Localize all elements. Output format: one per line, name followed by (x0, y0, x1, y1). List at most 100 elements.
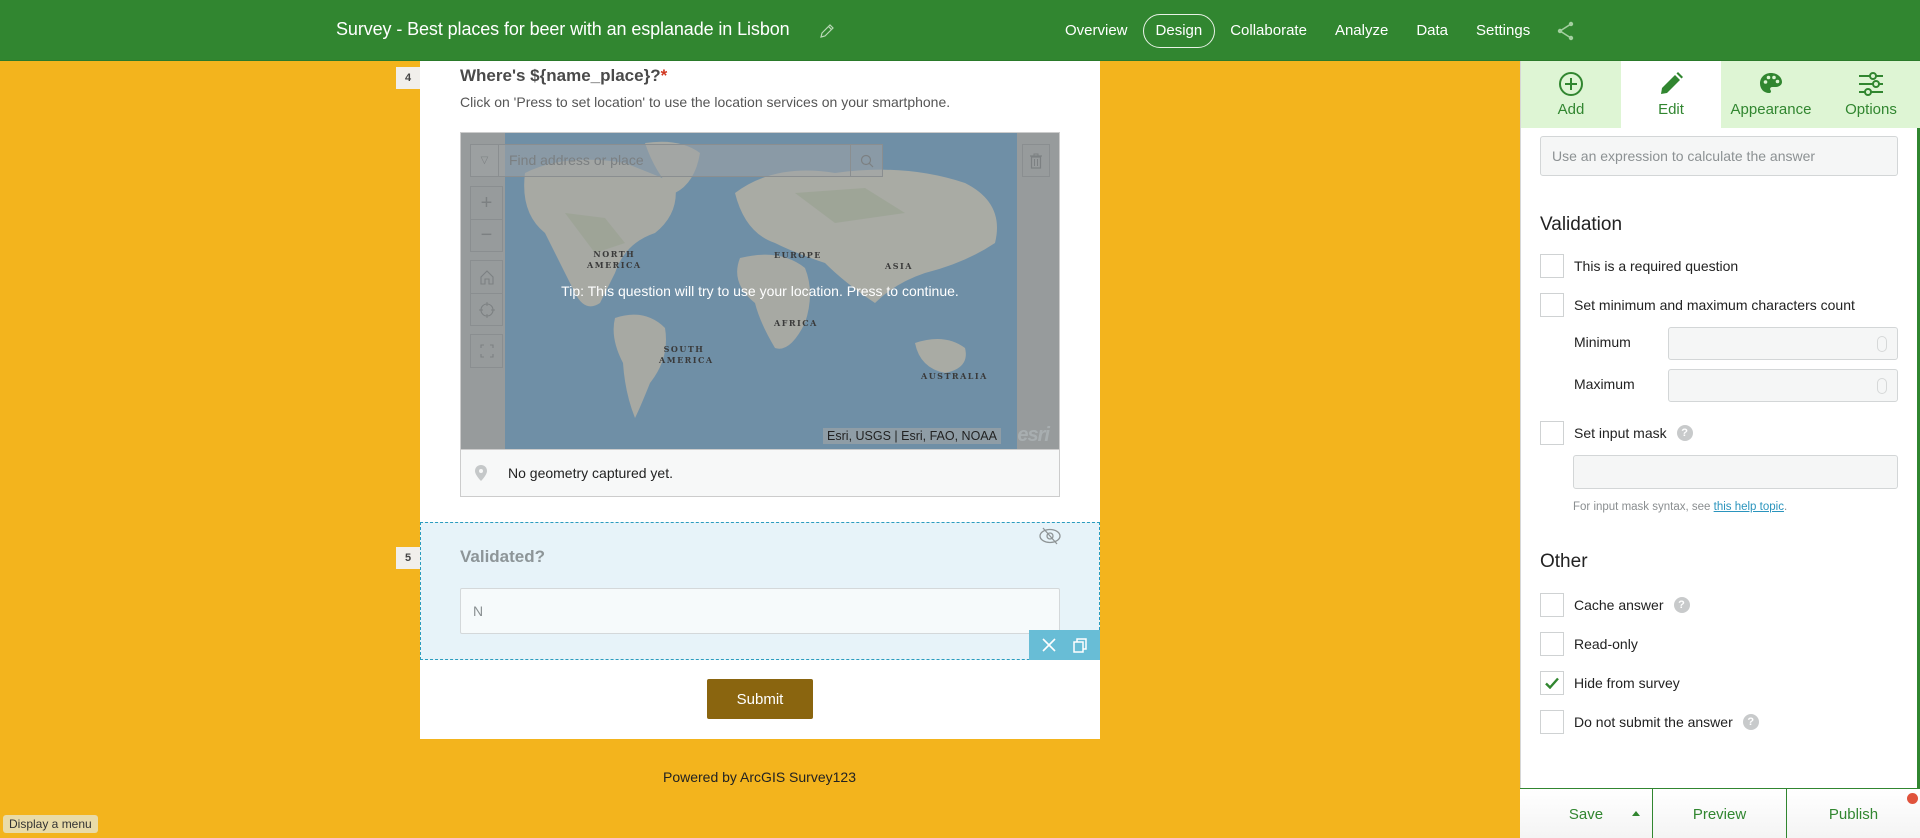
question-number-5: 5 (396, 547, 420, 569)
search-button[interactable] (850, 145, 882, 176)
esri-logo: esri (1017, 424, 1050, 446)
search-icon (860, 154, 873, 167)
maximum-input[interactable] (1668, 369, 1898, 402)
input-mask-checkbox[interactable] (1540, 421, 1564, 445)
unpublished-changes-dot (1907, 793, 1918, 804)
required-asterisk: * (660, 66, 668, 85)
hide-from-survey-row[interactable]: Hide from survey (1540, 671, 1680, 695)
pencil-icon (1661, 72, 1683, 94)
required-label: This is a required question (1574, 258, 1739, 274)
nav-overview[interactable]: Overview (1052, 14, 1141, 48)
locate-icon (478, 301, 495, 318)
tab-edit-label: Edit (1658, 101, 1684, 118)
question-5-title: Validated? (460, 547, 546, 566)
search-source-dropdown[interactable]: ▽ (471, 145, 499, 176)
nav-analyze[interactable]: Analyze (1322, 14, 1401, 48)
help-icon[interactable]: ? (1742, 714, 1759, 730)
nav-data[interactable]: Data (1403, 14, 1461, 48)
delete-question-button[interactable] (1041, 637, 1057, 653)
tab-options[interactable]: Options (1821, 61, 1920, 128)
nav-settings[interactable]: Settings (1463, 14, 1543, 48)
checkmark-icon (1545, 677, 1559, 689)
trash-icon (1030, 153, 1042, 169)
save-menu-caret-icon[interactable] (1632, 811, 1640, 816)
pencil-icon[interactable] (818, 22, 836, 40)
read-only-checkbox[interactable] (1540, 632, 1564, 656)
map-search: ▽ Find address or place (470, 144, 883, 177)
cache-answer-row[interactable]: Cache answer ? (1540, 593, 1690, 617)
main-nav: Overview Design Collaborate Analyze Data… (1052, 14, 1577, 48)
required-checkbox[interactable] (1540, 254, 1564, 278)
display-menu-tooltip: Display a menu (3, 815, 98, 833)
do-not-submit-checkbox[interactable] (1540, 710, 1564, 734)
geometry-status-text: No geometry captured yet. (508, 465, 673, 481)
tab-add-label: Add (1557, 101, 1585, 118)
tab-appearance-label: Appearance (1730, 101, 1812, 118)
share-icon[interactable] (1555, 20, 1577, 42)
search-input[interactable]: Find address or place (499, 145, 850, 176)
nav-collaborate[interactable]: Collaborate (1217, 14, 1320, 48)
help-icon[interactable]: ? (1676, 425, 1693, 441)
validation-heading: Validation (1540, 214, 1623, 235)
minimum-label: Minimum (1574, 334, 1631, 350)
map-label-north-america: NORTH AMERICA (587, 249, 642, 270)
minmax-row[interactable]: Set minimum and maximum characters count (1540, 293, 1855, 317)
map-widget[interactable]: NORTH AMERICA EUROPE ASIA AFRICA SOUTH AME… (460, 132, 1060, 450)
clear-geometry-button[interactable] (1022, 144, 1050, 177)
top-bar: Survey - Best places for beer with an es… (0, 0, 1920, 61)
cache-answer-label: Cache answer (1574, 597, 1664, 613)
save-label: Save (1568, 805, 1604, 823)
maximum-label: Maximum (1574, 376, 1635, 392)
zoom-in-button[interactable]: + (471, 187, 502, 219)
question-4-title: Where's ${name_place}?* (460, 66, 667, 86)
location-pin-icon (475, 465, 487, 481)
maximum-spinner[interactable] (1877, 378, 1887, 394)
tab-edit[interactable]: Edit (1621, 61, 1721, 128)
minimum-input[interactable] (1668, 327, 1898, 360)
read-only-row[interactable]: Read-only (1540, 632, 1638, 656)
other-heading: Other (1540, 551, 1588, 572)
fullscreen-icon (479, 344, 494, 358)
mask-note-text: For input mask syntax, see (1573, 501, 1714, 513)
zoom-out-button[interactable]: − (471, 219, 502, 251)
save-button[interactable]: Save (1520, 789, 1652, 838)
plus-circle-icon (1559, 72, 1583, 96)
minmax-label: Set minimum and maximum characters count (1574, 297, 1855, 313)
help-icon[interactable]: ? (1673, 597, 1690, 613)
input-mask-label: Set input mask (1574, 425, 1667, 441)
location-tip[interactable]: Tip: This question will try to use your … (461, 283, 1059, 299)
submit-button[interactable]: Submit (707, 679, 813, 719)
cache-answer-checkbox[interactable] (1540, 593, 1564, 617)
zoom-controls: + − (470, 186, 503, 252)
tab-add[interactable]: Add (1521, 61, 1621, 128)
map-label-south-america: SOUTH AMERICA (659, 344, 714, 365)
nav-design[interactable]: Design (1142, 14, 1216, 48)
input-mask-row[interactable]: Set input mask ? (1540, 421, 1693, 445)
minus-icon: − (480, 224, 493, 246)
input-mask-note: For input mask syntax, see this help top… (1573, 501, 1787, 513)
panel-footer: Save Preview Publish (1520, 788, 1920, 838)
preview-button[interactable]: Preview (1652, 789, 1786, 838)
fullscreen-button[interactable] (471, 335, 502, 367)
map-attribution: Esri, USGS | Esri, FAO, NOAA (823, 428, 1001, 444)
fullscreen-controls (470, 334, 503, 368)
required-question-row[interactable]: This is a required question (1540, 254, 1738, 278)
map-label-australia: AUSTRALIA (921, 371, 988, 381)
do-not-submit-row[interactable]: Do not submit the answer ? (1540, 710, 1759, 734)
input-mask-field[interactable] (1573, 455, 1898, 489)
duplicate-question-button[interactable] (1072, 637, 1088, 653)
mask-note-end: . (1783, 501, 1788, 513)
hide-from-survey-label: Hide from survey (1574, 675, 1680, 691)
read-only-label: Read-only (1574, 636, 1638, 652)
tab-appearance[interactable]: Appearance (1721, 61, 1821, 128)
validated-input[interactable]: N (460, 588, 1060, 634)
powered-by: Powered by ArcGIS Survey123 (663, 769, 856, 785)
publish-button[interactable]: Publish (1786, 789, 1920, 838)
minimum-spinner[interactable] (1877, 336, 1887, 352)
help-topic-link[interactable]: this help topic (1714, 501, 1784, 513)
hide-from-survey-checkbox[interactable] (1540, 671, 1564, 695)
question-number-4: 4 (396, 67, 420, 89)
palette-icon (1760, 73, 1782, 93)
minmax-checkbox[interactable] (1540, 293, 1564, 317)
calculation-input[interactable]: Use an expression to calculate the answe… (1540, 136, 1898, 176)
